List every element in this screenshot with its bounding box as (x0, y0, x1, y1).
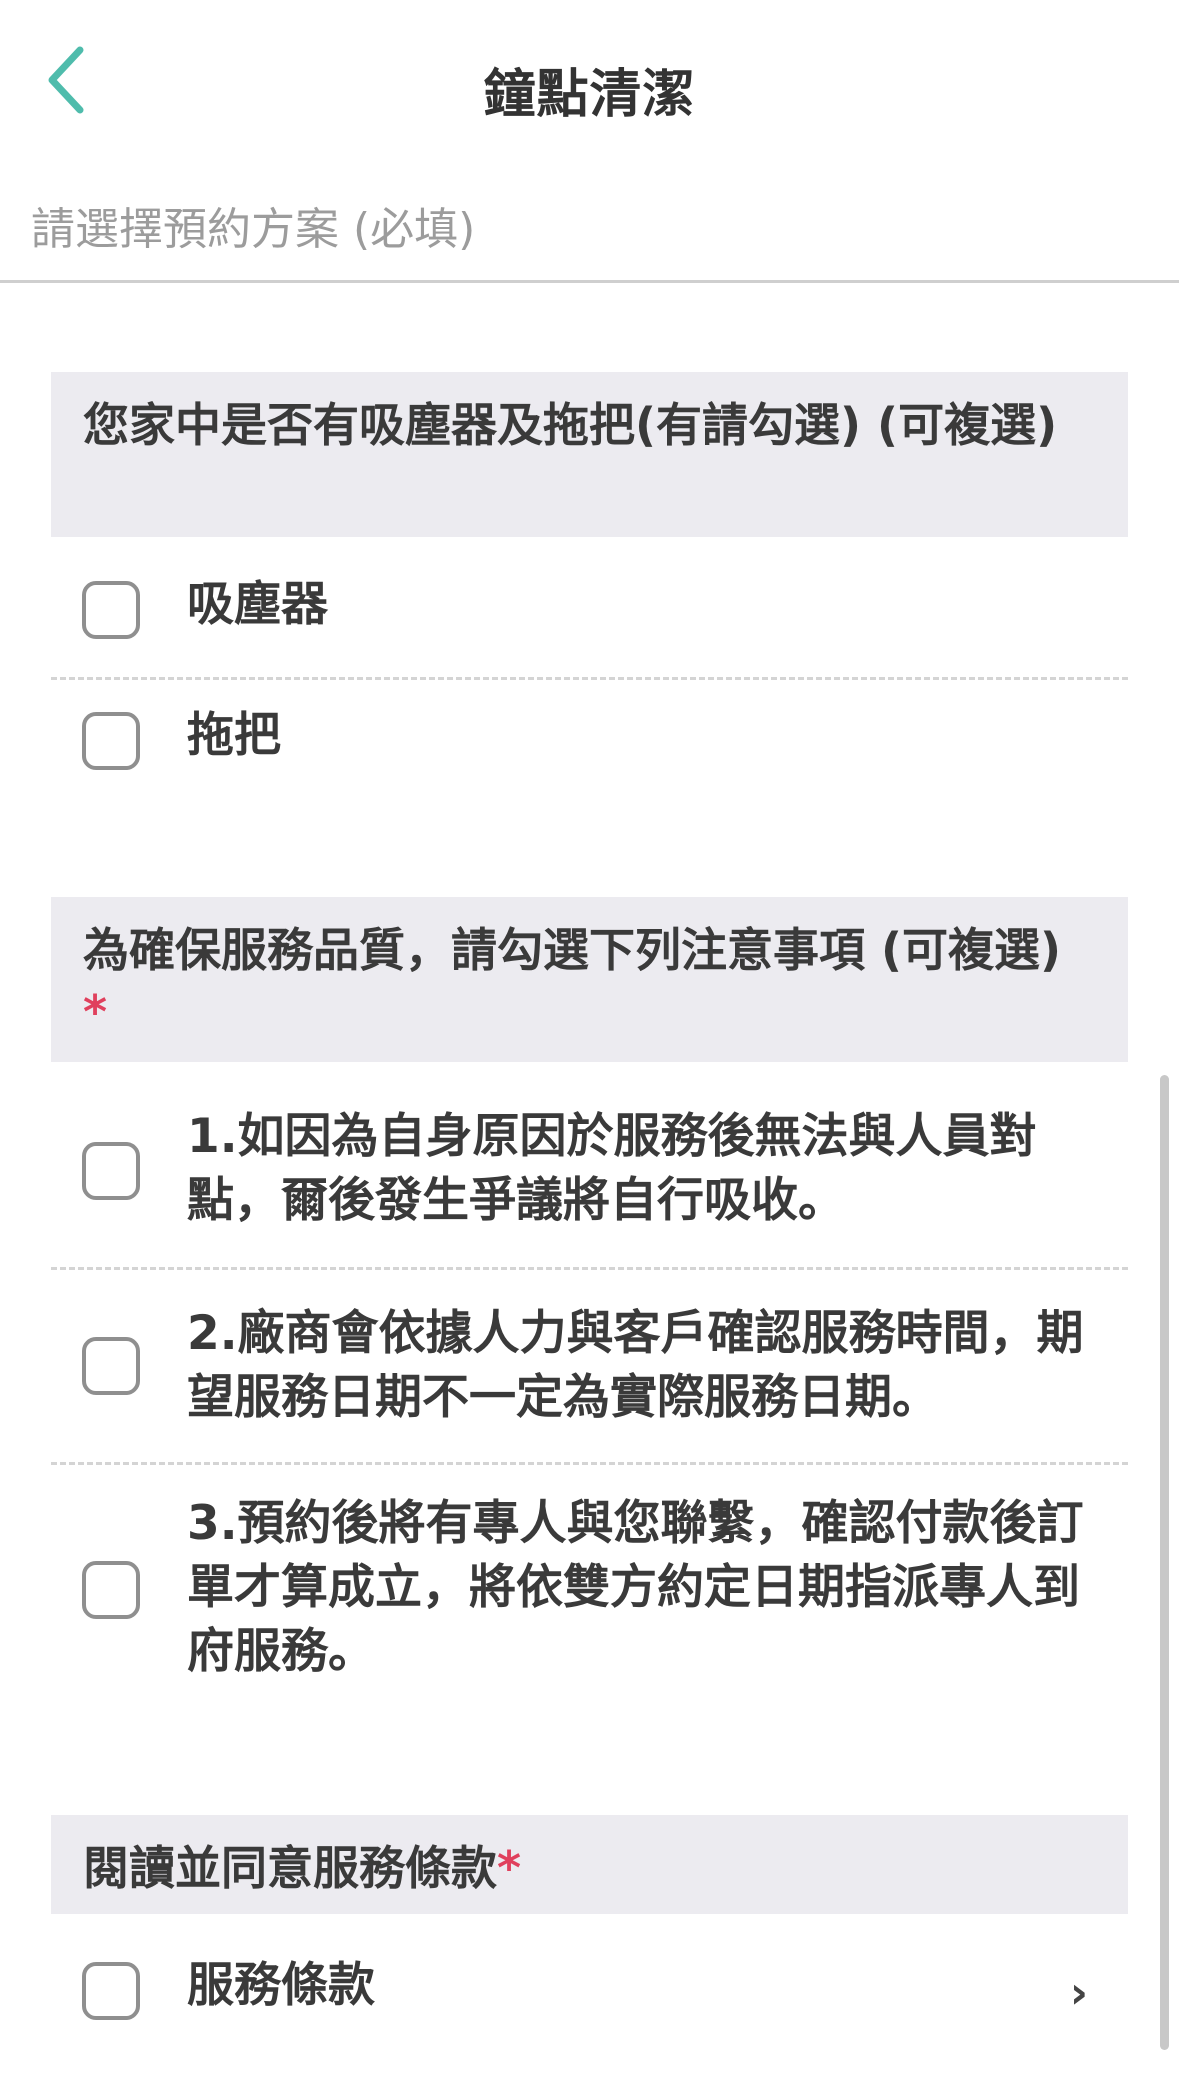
notice-item-1[interactable]: 1.如因為自身原因於服務後無法與人員對點，爾後發生爭議將自行吸收。 (51, 1062, 1128, 1270)
terms-label: 服務條款 (187, 1958, 375, 2013)
required-mark: * (83, 985, 108, 1039)
plan-select-placeholder: 請選擇預約方案 (必填) (31, 204, 476, 255)
scrollbar[interactable] (1160, 1075, 1169, 2050)
section-title-notice: 為確保服務品質，請勾選下列注意事項 (可複選) (83, 923, 1062, 977)
notice-item-3[interactable]: 3.預約後將有專人與您聯繫，確認付款後訂單才算成立，將依雙方約定日期指派專人到府… (51, 1465, 1128, 1705)
option-vacuum[interactable]: 吸塵器 (51, 537, 1128, 680)
section-header-equipment: 您家中是否有吸塵器及拖把(有請勾選) (可複選) (51, 372, 1128, 537)
option-label: 拖把 (187, 708, 281, 763)
plan-select[interactable]: 請選擇預約方案 (必填) (0, 165, 1179, 283)
page: 鐘點清潔 請選擇預約方案 (必填) 您家中是否有吸塵器及拖把(有請勾選) (可複… (0, 0, 1179, 2096)
header: 鐘點清潔 (0, 0, 1179, 165)
notice-label: 1.如因為自身原因於服務後無法與人員對點，爾後發生爭議將自行吸收。 (187, 1109, 1037, 1228)
terms-checkbox[interactable] (82, 1962, 140, 2020)
notice-label: 3.預約後將有專人與您聯繫，確認付款後訂單才算成立，將依雙方約定日期指派專人到府… (187, 1496, 1084, 1679)
vacuum-checkbox[interactable] (82, 581, 140, 639)
section-title-terms: 閱讀並同意服務條款 (83, 1841, 497, 1895)
terms-row[interactable]: 服務條款 › (51, 1930, 1128, 2055)
notice-3-checkbox[interactable] (82, 1561, 140, 1619)
notice-2-checkbox[interactable] (82, 1337, 140, 1395)
notice-label: 2.廠商會依據人力與客戶確認服務時間，期望服務日期不一定為實際服務日期。 (187, 1306, 1084, 1425)
required-mark: * (497, 1841, 522, 1895)
section-header-notice: 為確保服務品質，請勾選下列注意事項 (可複選) * (51, 897, 1128, 1062)
option-label: 吸塵器 (187, 577, 328, 632)
mop-checkbox[interactable] (82, 712, 140, 770)
option-mop[interactable]: 拖把 (51, 680, 1128, 810)
notice-item-2[interactable]: 2.廠商會依據人力與客戶確認服務時間，期望服務日期不一定為實際服務日期。 (51, 1270, 1128, 1465)
section-title-equipment: 您家中是否有吸塵器及拖把(有請勾選) (可複選) (83, 398, 1058, 452)
section-header-terms: 閱讀並同意服務條款* (51, 1815, 1128, 1914)
page-title: 鐘點清潔 (483, 65, 696, 125)
notice-1-checkbox[interactable] (82, 1142, 140, 1200)
chevron-right-icon[interactable]: › (1070, 1967, 1088, 2018)
